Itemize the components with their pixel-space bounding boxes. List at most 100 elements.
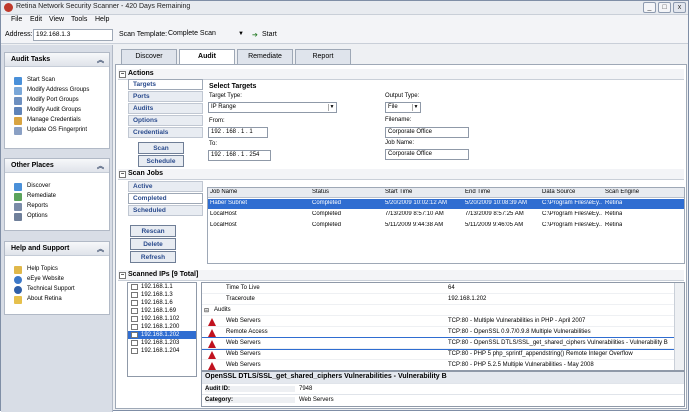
checkbox[interactable]	[131, 308, 138, 314]
checkbox[interactable]	[131, 324, 138, 330]
collapse-icon[interactable]: ︽	[97, 244, 104, 254]
menu-view[interactable]: View	[49, 16, 64, 23]
detail-row[interactable]: ⊟ Audits	[202, 305, 674, 316]
tab-discover[interactable]: Discover	[121, 49, 177, 64]
manage-credentials-link[interactable]: Manage Credentials	[5, 116, 109, 126]
ports-button[interactable]: Ports	[128, 91, 203, 102]
options-link[interactable]: Options	[5, 212, 109, 222]
job-name-input[interactable]: Corporate Office	[385, 149, 469, 160]
detail-row[interactable]: Web Servers TCP:80 - OpenSSL DTLS/SSL_get…	[202, 337, 675, 350]
maximize-button[interactable]: □	[658, 2, 671, 13]
collapse-box-icon[interactable]: –	[119, 272, 126, 279]
completed-jobs-button[interactable]: Completed	[128, 193, 203, 204]
detail-scrollbar[interactable]	[674, 283, 684, 370]
target-type-select[interactable]: IP Range ▼	[208, 102, 337, 113]
collapse-icon[interactable]: ︽	[97, 161, 104, 171]
update-os-fingerprint-link[interactable]: Update OS Fingerprint	[5, 126, 109, 136]
ip-list-item[interactable]: 192.168.1.1	[128, 283, 196, 291]
col-end-time[interactable]: End Time	[465, 189, 490, 195]
close-button[interactable]: x	[673, 2, 686, 13]
tab-audit[interactable]: Audit	[179, 49, 235, 65]
scheduled-jobs-button[interactable]: Scheduled	[128, 205, 203, 216]
ip-list-item[interactable]: 192.168.1.204	[128, 347, 196, 355]
col-scan-engine[interactable]: Scan Engine	[605, 189, 639, 195]
modify-address-groups-link[interactable]: Modify Address Groups	[5, 86, 109, 96]
tab-report[interactable]: Report	[295, 49, 351, 64]
start-icon[interactable]: ➔	[252, 31, 258, 39]
help-topics-link[interactable]: Help Topics	[5, 265, 109, 275]
minimize-button[interactable]: _	[643, 2, 656, 13]
detail-row[interactable]: Remote Access TCP:80 - OpenSSL 0.9.7/0.9.…	[202, 327, 674, 338]
col-status[interactable]: Status	[312, 189, 329, 195]
collapse-box-icon[interactable]: –	[119, 171, 126, 178]
reports-link[interactable]: Reports	[5, 202, 109, 212]
delete-button[interactable]: Delete	[130, 238, 176, 250]
schedule-button[interactable]: Schedule	[138, 155, 184, 167]
about-retina-link[interactable]: About Retina	[5, 295, 109, 305]
options-button[interactable]: Options	[128, 115, 203, 126]
collapse-box-icon[interactable]: ⊟	[204, 307, 209, 314]
table-row[interactable]: Haber Subnet Completed 5/20/2009 10:02:1…	[208, 199, 684, 209]
dropdown-icon[interactable]: ▼	[328, 104, 335, 111]
to-ip-input[interactable]: 192 . 168 . 1 . 254	[208, 150, 271, 161]
checkbox[interactable]	[131, 316, 138, 322]
checkbox[interactable]	[131, 348, 138, 354]
detail-row[interactable]: Traceroute 192.168.1.202	[202, 294, 674, 305]
scan-jobs-section-header[interactable]: – Scan Jobs	[118, 169, 684, 180]
other-places-header[interactable]: Other Places ︽	[5, 159, 109, 173]
scanned-ips-section-header[interactable]: – Scanned IPs [9 Total]	[118, 270, 684, 281]
scan-button[interactable]: Scan	[138, 142, 184, 154]
detail-row[interactable]: Web Servers TCP:80 - PHP 5.2.5 Multiple V…	[202, 360, 674, 370]
template-dropdown-icon[interactable]: ▼	[238, 31, 244, 37]
modify-audit-groups-link[interactable]: Modify Audit Groups	[5, 106, 109, 116]
ip-list-item[interactable]: 192.168.1.203	[128, 339, 196, 347]
col-data-source[interactable]: Data Source	[542, 189, 575, 195]
table-row[interactable]: LocalHost Completed 5/11/2009 9:44:38 AM…	[208, 221, 684, 231]
filename-input[interactable]: Corporate Office	[385, 127, 469, 138]
output-type-select[interactable]: File ▼	[385, 102, 421, 113]
audits-button[interactable]: Audits	[128, 103, 203, 114]
eeye-website-link[interactable]: eEye Website	[5, 275, 109, 285]
targets-button[interactable]: Targets	[128, 79, 203, 90]
discover-link[interactable]: Discover	[5, 182, 109, 192]
ip-list-item[interactable]: 192.168.1.202	[128, 331, 196, 339]
menu-help[interactable]: Help	[95, 16, 109, 23]
checkbox[interactable]	[131, 292, 138, 298]
ip-list-item[interactable]: 192.168.1.200	[128, 323, 196, 331]
checkbox[interactable]	[131, 332, 138, 338]
ip-list-item[interactable]: 192.168.1.102	[128, 315, 196, 323]
audit-tasks-header[interactable]: Audit Tasks ︽	[5, 53, 109, 67]
menu-edit[interactable]: Edit	[30, 16, 42, 23]
modify-port-groups-link[interactable]: Modify Port Groups	[5, 96, 109, 106]
start-scan-link[interactable]: Start Scan	[5, 76, 109, 86]
detail-row[interactable]: Web Servers TCP:80 - PHP 5 php_sprintf_ap…	[202, 349, 674, 360]
detail-row[interactable]: Web Servers TCP:80 - Multiple Vulnerabili…	[202, 316, 674, 327]
checkbox[interactable]	[131, 284, 138, 290]
col-start-time[interactable]: Start Time	[385, 189, 412, 195]
credentials-button[interactable]: Credentials	[128, 127, 203, 138]
help-support-header[interactable]: Help and Support ︽	[5, 242, 109, 256]
ip-list-item[interactable]: 192.168.1.69	[128, 307, 196, 315]
address-input[interactable]: 192.168.1.3	[33, 29, 113, 41]
collapse-box-icon[interactable]: –	[119, 71, 126, 78]
remediate-link[interactable]: Remediate	[5, 192, 109, 202]
dropdown-icon[interactable]: ▼	[412, 104, 419, 111]
ip-list-item[interactable]: 192.168.1.3	[128, 291, 196, 299]
technical-support-link[interactable]: Technical Support	[5, 285, 109, 295]
active-jobs-button[interactable]: Active	[128, 181, 203, 192]
refresh-button[interactable]: Refresh	[130, 251, 176, 263]
tab-remediate[interactable]: Remediate	[237, 49, 293, 64]
detail-row[interactable]: Time To Live 64	[202, 283, 674, 294]
scan-template-select[interactable]: Complete Scan	[166, 29, 236, 41]
from-ip-input[interactable]: 192 . 168 . 1 . 1	[208, 127, 268, 138]
checkbox[interactable]	[131, 300, 138, 306]
col-job-name[interactable]: Job Name	[210, 189, 237, 195]
menu-file[interactable]: File	[11, 16, 22, 23]
ip-list-item[interactable]: 192.168.1.6	[128, 299, 196, 307]
collapse-icon[interactable]: ︽	[97, 55, 104, 65]
menu-tools[interactable]: Tools	[71, 16, 87, 23]
rescan-button[interactable]: Rescan	[130, 225, 176, 237]
table-row[interactable]: LocalHost Completed 7/13/2009 8:57:10 AM…	[208, 210, 684, 220]
checkbox[interactable]	[131, 340, 138, 346]
start-button[interactable]: Start	[262, 31, 277, 38]
